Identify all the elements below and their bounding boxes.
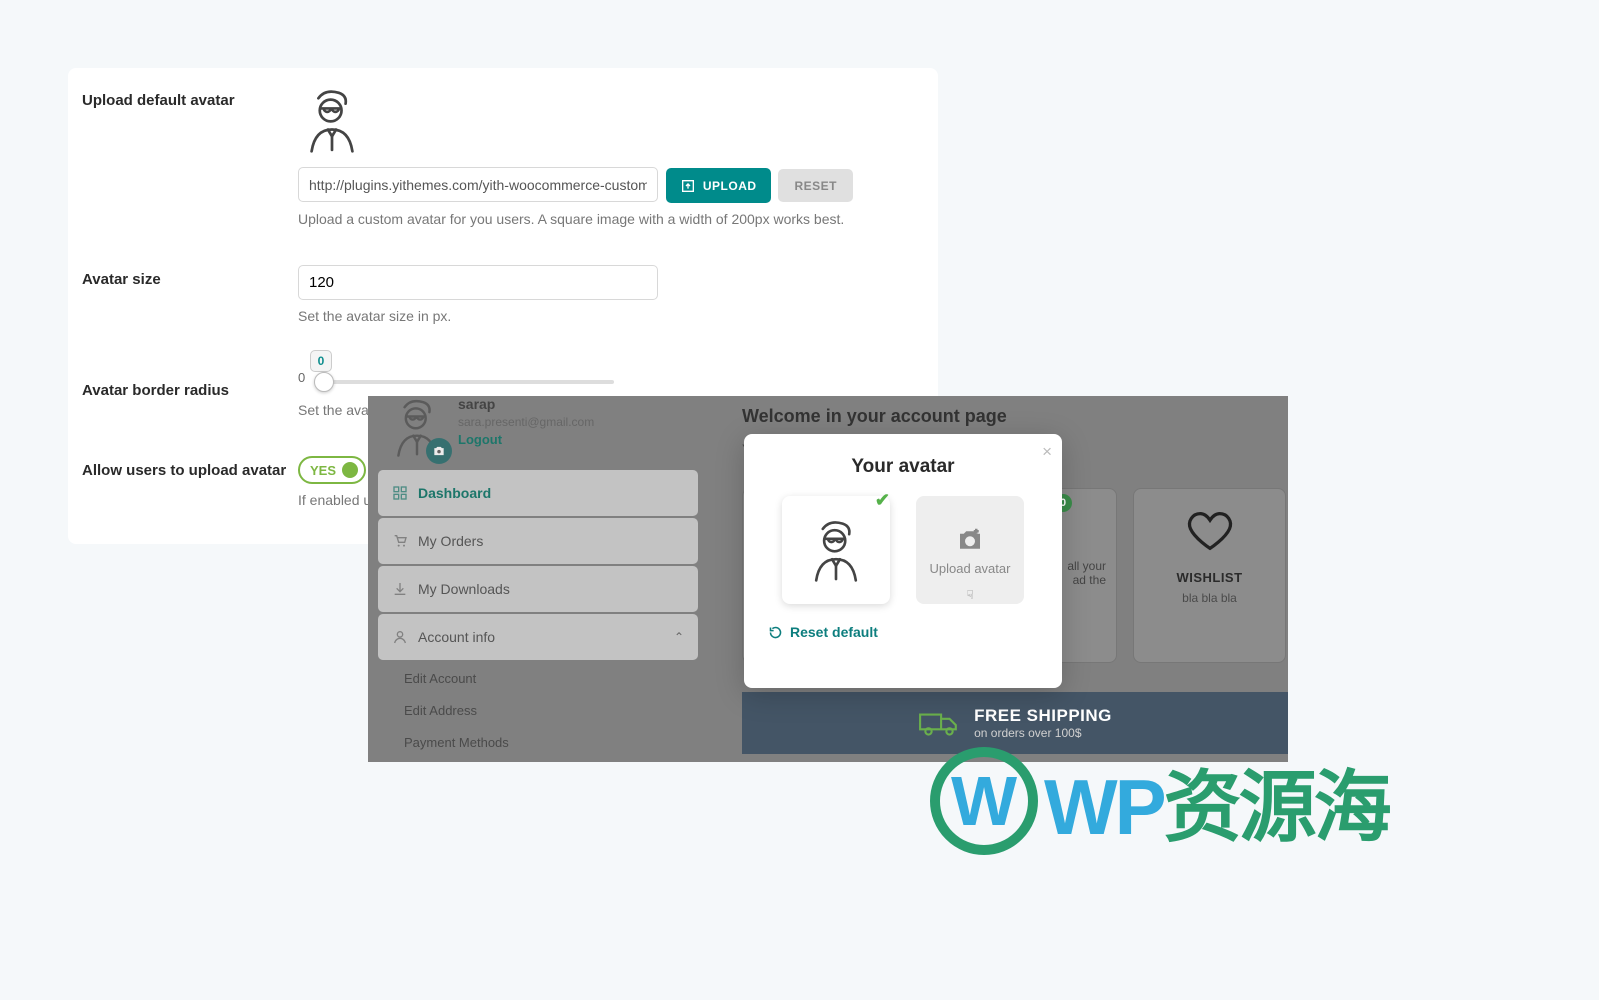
allow-upload-toggle[interactable]: YES: [298, 456, 366, 484]
avatar-option-default[interactable]: ✔: [782, 496, 890, 604]
modal-title: Your avatar: [768, 456, 1038, 478]
heart-icon: [1180, 505, 1240, 557]
preview-menu: Dashboard My Orders My Downloads Account…: [378, 470, 698, 758]
menu-dashboard[interactable]: Dashboard: [378, 470, 698, 516]
slider-thumb[interactable]: [314, 372, 334, 392]
upload-button[interactable]: UPLOAD: [666, 168, 771, 203]
camera-plus-icon: [953, 525, 987, 555]
cart-icon: [392, 533, 408, 549]
label-border-radius: Avatar border radius: [82, 362, 298, 399]
label-upload-avatar: Upload default avatar: [82, 86, 298, 109]
preview-card-wishlist[interactable]: WISHLIST bla bla bla: [1133, 488, 1286, 663]
modal-close-button[interactable]: ×: [1042, 442, 1052, 462]
avatar-size-input[interactable]: [298, 265, 658, 300]
user-icon: [392, 629, 408, 645]
preview-username: sarap: [458, 396, 594, 412]
preview-email: sara.presenti@gmail.com: [458, 415, 594, 429]
menu-orders[interactable]: My Orders: [378, 518, 698, 564]
avatar-url-input[interactable]: [298, 167, 658, 202]
row-upload-avatar: Upload default avatar UPLOAD: [68, 86, 938, 227]
refresh-icon: [768, 625, 783, 640]
menu-downloads[interactable]: My Downloads: [378, 566, 698, 612]
submenu-edit-account[interactable]: Edit Account: [378, 662, 698, 694]
check-icon: ✔: [875, 490, 890, 511]
label-avatar-size: Avatar size: [82, 265, 298, 288]
submenu-edit-address[interactable]: Edit Address: [378, 694, 698, 726]
truck-icon: [918, 708, 960, 738]
slider-value-bubble: 0: [310, 350, 332, 372]
preview-page-title: Welcome in your account page: [742, 406, 1288, 427]
toggle-dot: [342, 462, 358, 478]
slider-min-label: 0: [298, 370, 305, 385]
reset-default-link[interactable]: Reset default: [768, 624, 1038, 640]
preview-user-block: sarap sara.presenti@gmail.com Logout: [378, 396, 698, 470]
avatar-person-icon: [803, 517, 869, 583]
watermark: W WP资源海: [930, 745, 1389, 857]
preview-sidebar: sarap sara.presenti@gmail.com Logout Das…: [378, 396, 698, 758]
reset-button[interactable]: RESET: [778, 169, 853, 202]
default-avatar-preview: [298, 86, 924, 157]
menu-account-info[interactable]: Account info⌃: [378, 614, 698, 660]
camera-badge-icon[interactable]: [426, 438, 452, 464]
chevron-up-icon: ⌃: [674, 630, 684, 644]
border-radius-slider[interactable]: [314, 380, 614, 384]
upload-hint: Upload a custom avatar for you users. A …: [298, 211, 924, 227]
avatar-modal: × Your avatar ✔ Upload avatar ☟ Reset de…: [744, 434, 1062, 688]
preview-user-avatar[interactable]: [386, 396, 448, 458]
label-allow-upload: Allow users to upload avatar: [82, 456, 298, 479]
preview-logout-link[interactable]: Logout: [458, 432, 594, 447]
submenu-payment-methods[interactable]: Payment Methods: [378, 726, 698, 758]
avatar-option-upload[interactable]: Upload avatar ☟: [916, 496, 1024, 604]
row-avatar-size: Avatar size Set the avatar size in px.: [68, 265, 938, 324]
cursor-icon: ☟: [966, 588, 973, 602]
size-hint: Set the avatar size in px.: [298, 308, 924, 324]
dashboard-icon: [392, 485, 408, 501]
avatar-person-icon: [298, 86, 366, 154]
upload-icon: [680, 178, 696, 194]
download-icon: [392, 581, 408, 597]
watermark-logo-icon: W: [930, 747, 1038, 855]
